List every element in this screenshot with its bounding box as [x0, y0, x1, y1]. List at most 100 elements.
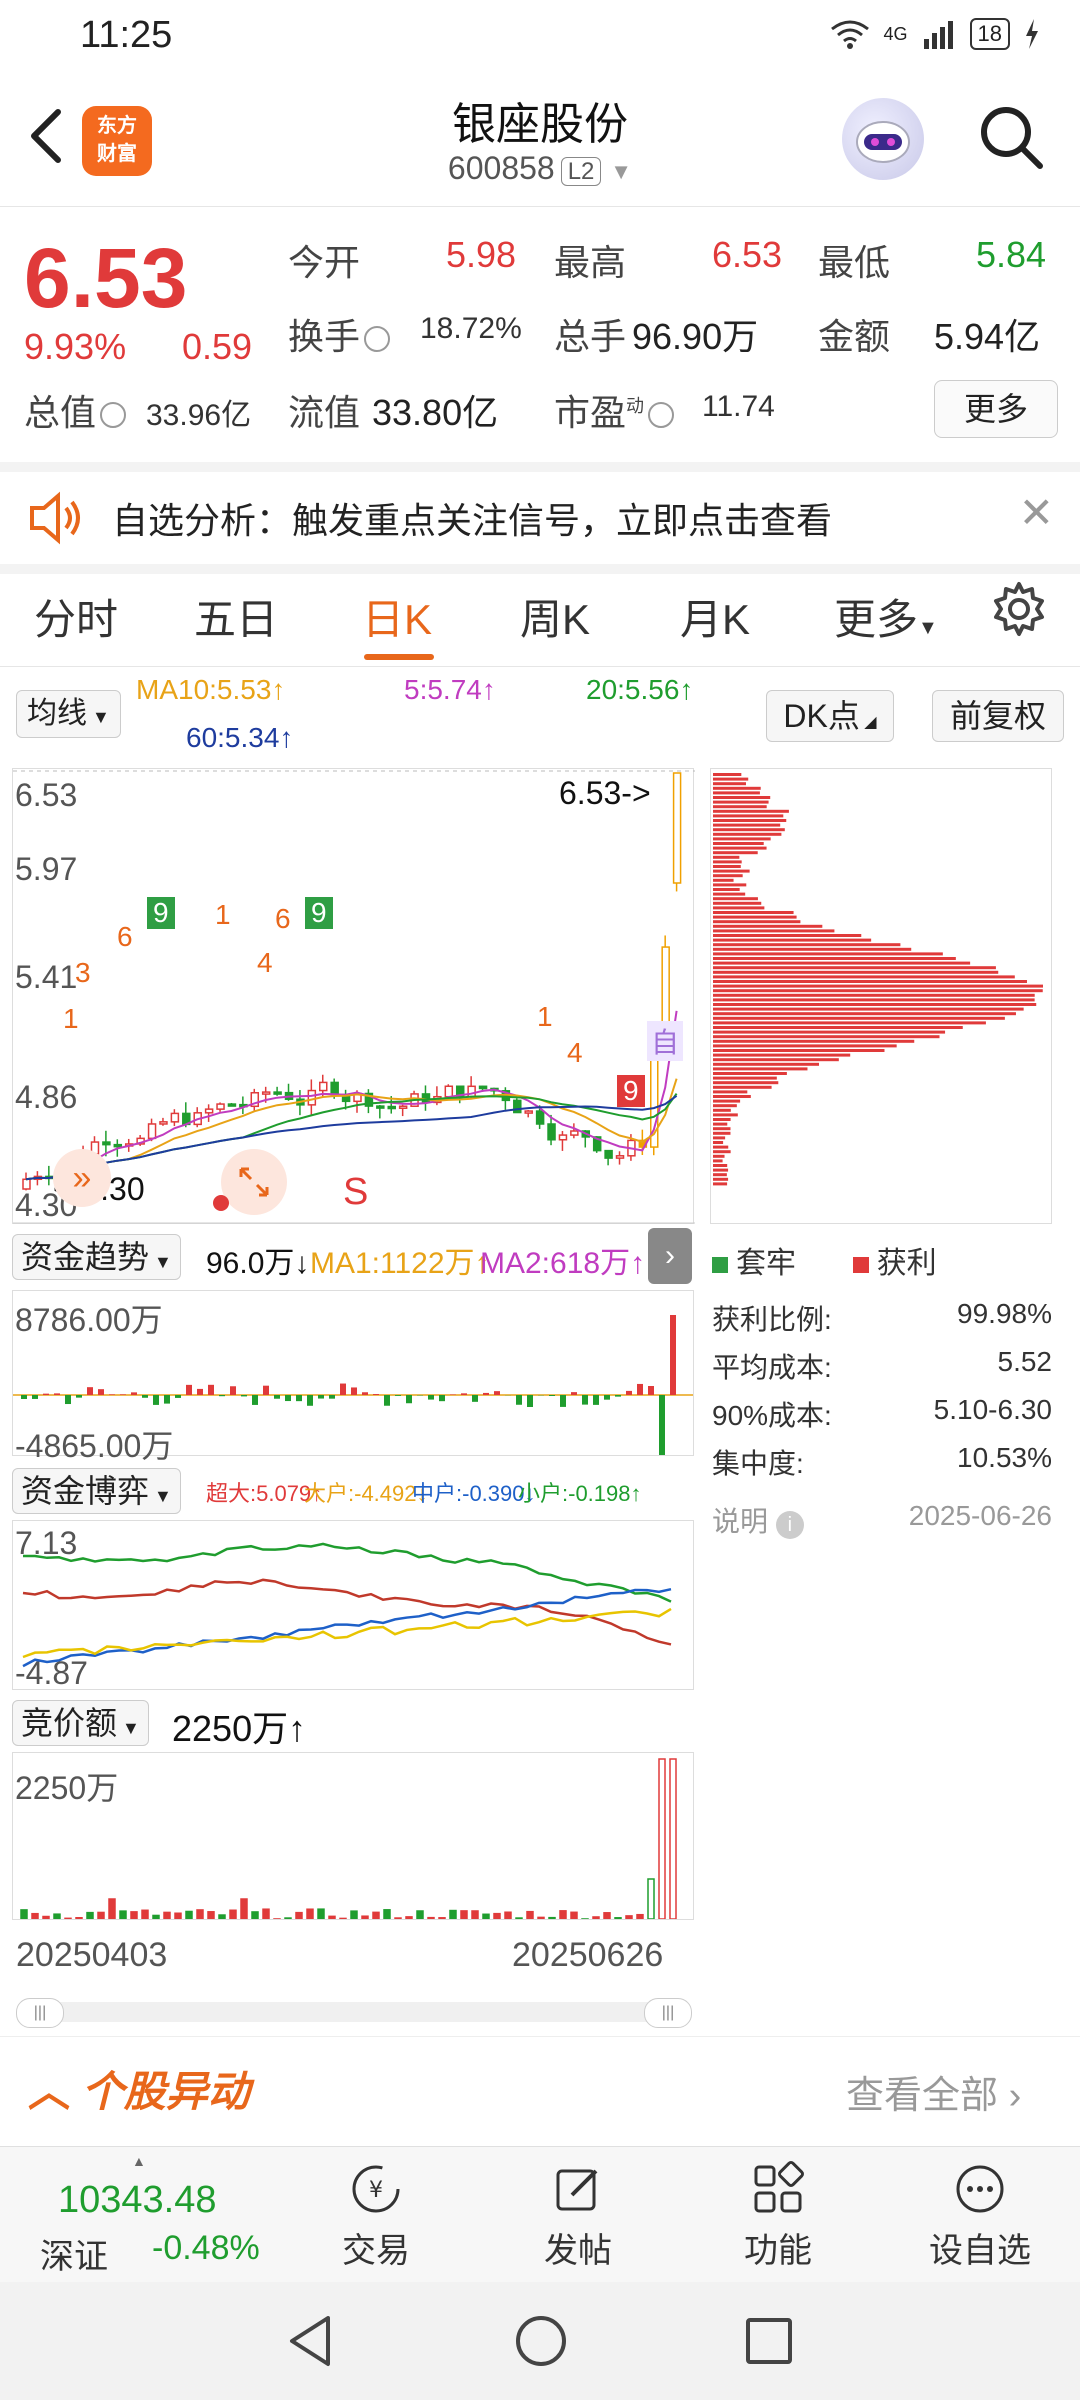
- td-seq-label: 1: [537, 1001, 553, 1032]
- nav-recents-icon[interactable]: [744, 2316, 794, 2366]
- range-slider-track[interactable]: [16, 2002, 690, 2022]
- status-time: 11:25: [80, 14, 173, 56]
- expand-chart-icon[interactable]: [221, 1149, 287, 1215]
- search-icon[interactable]: [976, 102, 1046, 172]
- turnover-label[interactable]: 换手: [288, 308, 394, 360]
- candle-body: [672, 772, 682, 884]
- td-seq-label: 1: [63, 1003, 79, 1034]
- volume-value: 96.90万: [632, 316, 759, 357]
- chip-bar: [713, 1104, 737, 1108]
- ma-selector-button[interactable]: 均线 ▼: [16, 690, 121, 738]
- index-change: -0.48%: [152, 2229, 260, 2267]
- auction-bar: [394, 1917, 402, 1920]
- range-slider-left-handle[interactable]: |||: [16, 1998, 64, 2028]
- auction-bar: [526, 1910, 534, 1920]
- sell-signal-marker: S: [343, 1171, 369, 1213]
- chip-bar: [713, 1062, 819, 1066]
- auction-chart[interactable]: 2250万: [12, 1752, 694, 1920]
- chip-bar: [713, 1099, 741, 1103]
- chip-bar: [713, 961, 971, 965]
- edit-icon: [556, 2169, 598, 2211]
- gear-icon[interactable]: [990, 580, 1048, 638]
- auction-bar: [416, 1910, 424, 1920]
- super-large-line: [22, 1578, 672, 1646]
- auction-bar: [262, 1908, 270, 1920]
- auction-bar: [449, 1909, 457, 1920]
- tab-daily-k[interactable]: 日K: [362, 586, 432, 647]
- close-icon[interactable]: ✕: [1019, 488, 1054, 537]
- chip-legend: 套牢 获利: [712, 1238, 937, 1282]
- index-name: 深证: [40, 2238, 108, 2276]
- fund-game-chart[interactable]: 7.13 -4.87: [12, 1520, 694, 1691]
- chip-bar: [713, 883, 747, 887]
- more-quote-button[interactable]: 更多: [934, 380, 1058, 438]
- chip-bar: [713, 842, 764, 845]
- ma60-line: [25, 1094, 678, 1181]
- fund-bar: [615, 1395, 621, 1397]
- fund-game-plot: [22, 1542, 672, 1668]
- abnormal-title[interactable]: ︿ 个股异动: [28, 2058, 250, 2119]
- post-button[interactable]: 发帖: [508, 2161, 648, 2272]
- fund-bar: [329, 1395, 335, 1399]
- change-percent: 9.93%: [24, 326, 127, 367]
- tab-monthly-k[interactable]: 月K: [680, 586, 750, 647]
- fund-trend-chart[interactable]: 8786.00万 -4865.00万: [12, 1290, 694, 1485]
- fund-bar: [340, 1383, 346, 1395]
- chip-bar: [713, 897, 758, 901]
- fund-bar: [516, 1395, 522, 1405]
- tab-five-day[interactable]: 五日: [194, 586, 278, 647]
- fund-bar: [142, 1395, 148, 1398]
- range-slider-right-handle[interactable]: |||: [644, 1998, 692, 2028]
- kline-chart[interactable]: 6.53 5.97 5.41 4.86 4.30 6.53-> <-4.30 S…: [12, 768, 695, 1224]
- auction-bar: [240, 1898, 248, 1920]
- fund-game-selector[interactable]: 资金博弈 ▼: [12, 1468, 181, 1514]
- candle-body: [147, 1123, 157, 1140]
- pe-label[interactable]: 市盈动: [554, 384, 678, 436]
- fund-bar: [549, 1395, 555, 1396]
- add-watchlist-button[interactable]: 设自选: [910, 2161, 1050, 2272]
- chip-bar: [713, 828, 785, 832]
- fund-bar: [450, 1394, 456, 1395]
- auction-bar: [438, 1917, 446, 1920]
- dk-point-button[interactable]: DK点 ◢: [766, 690, 894, 742]
- auction-selector[interactable]: 竞价额 ▼: [12, 1700, 149, 1746]
- market-cap-label[interactable]: 总值: [24, 384, 130, 436]
- td-seq-label: 6: [117, 921, 133, 952]
- nav-home-icon[interactable]: [514, 2314, 568, 2368]
- chip-bar: [713, 1122, 728, 1126]
- chip-bar: [713, 1154, 725, 1158]
- chevron-right-icon[interactable]: ›: [648, 1228, 692, 1284]
- auction-bar: [548, 1916, 556, 1920]
- tab-more[interactable]: 更多▼: [834, 586, 938, 647]
- collapse-left-icon[interactable]: »: [53, 1149, 111, 1207]
- auction-bar: [97, 1911, 105, 1920]
- chip-bar: [713, 1076, 777, 1080]
- fund-trend-selector[interactable]: 资金趋势 ▼: [12, 1234, 181, 1280]
- chip-bars: [713, 773, 1043, 1186]
- auction-bar: [361, 1915, 369, 1920]
- auction-bar: [251, 1911, 259, 1920]
- trade-button[interactable]: ¥ 交易: [306, 2161, 446, 2272]
- fund-trend-ma2: MA2:618万↑: [480, 1247, 646, 1280]
- stock-code: 600858: [447, 150, 555, 186]
- adjust-mode-button[interactable]: 前复权: [932, 690, 1064, 742]
- ma5-value: 5:5.74↑: [404, 674, 496, 705]
- banner-text: 自选分析：触发重点关注信号，立即点击查看: [112, 500, 833, 541]
- chip-note-row[interactable]: 说明 i 2025-06-26: [712, 1500, 1052, 1540]
- tab-intraday[interactable]: 分时: [34, 586, 118, 647]
- chip-distribution-chart[interactable]: [710, 768, 1052, 1224]
- chip-stat-row: 平均成本: 5.52: [712, 1346, 1052, 1383]
- auction-bar: [515, 1917, 523, 1920]
- candle-body: [387, 1105, 396, 1110]
- robot-assistant-avatar[interactable]: [842, 98, 924, 180]
- chip-bar: [713, 878, 734, 882]
- fund-bar: [175, 1395, 181, 1398]
- nav-back-icon[interactable]: [284, 2314, 336, 2368]
- view-all-link[interactable]: 查看全部 ›: [846, 2064, 1021, 2119]
- chip-bar: [713, 1058, 839, 1062]
- functions-button[interactable]: 功能: [708, 2161, 848, 2272]
- mid-player-line: [22, 1587, 672, 1668]
- large-value: 大户:-4.492↓: [304, 1481, 428, 1506]
- auction-bar: [372, 1911, 380, 1920]
- tab-weekly-k[interactable]: 周K: [520, 586, 590, 647]
